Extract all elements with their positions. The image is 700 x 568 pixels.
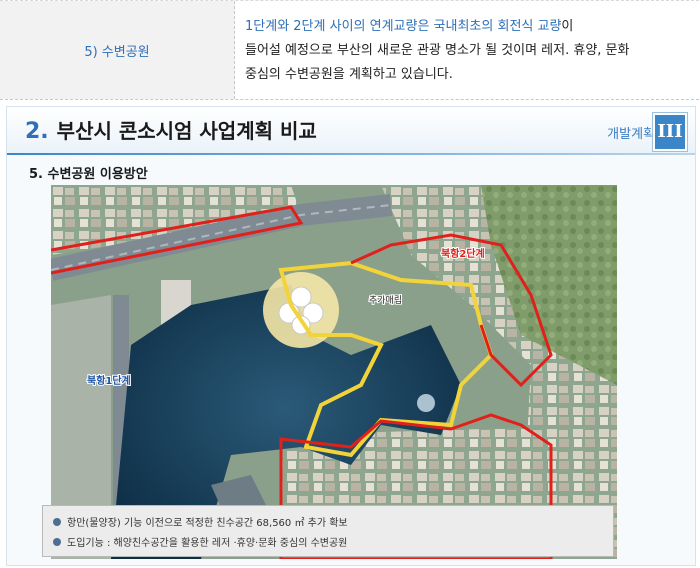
legend-item: 도입기능 : 해양친수공간을 활용한 레저 ·휴양·문화 중심의 수변공원 (53, 534, 347, 549)
label-reclamation: 추가매립 (369, 295, 402, 306)
legend-box: 항만(물양장) 기능 이전으로 적정한 친수공간 68,560 ㎡ 추가 확보 … (42, 505, 614, 557)
slide-title: 2. 부산시 콘소시엄 사업계획 비교 (25, 115, 317, 144)
bullet-icon (53, 537, 61, 546)
plan-slide: 2. 부산시 콘소시엄 사업계획 비교 개발계획 III 5. 수변공원 이용방안 (6, 106, 696, 566)
slide-number: 2. (25, 119, 49, 144)
row-description: 1단계와 2단계 사이의 연계교량은 국내최초의 회전식 교량이 들어설 예정으… (245, 15, 685, 87)
bullet-icon (53, 517, 61, 526)
description-tail: 이 (561, 19, 574, 34)
legend-item: 항만(물양장) 기능 이전으로 적정한 친수공간 68,560 ㎡ 추가 확보 (53, 514, 348, 529)
row-label-cell: 5) 수변공원 (0, 1, 235, 99)
slide-subtitle: 5. 수변공원 이용방안 (29, 167, 148, 182)
legend-text-2: 도입기능 : 해양친수공간을 활용한 레저 ·휴양·문화 중심의 수변공원 (67, 538, 348, 549)
label-phase1: 북항1단계 (87, 374, 131, 387)
slide-title-text: 부산시 콘소시엄 사업계획 비교 (56, 119, 317, 143)
legend-text-1: 항만(물양장) 기능 이전으로 적정한 친수공간 68,560 ㎡ 추가 확보 (67, 518, 348, 529)
feature-table-row: 5) 수변공원 1단계와 2단계 사이의 연계교량은 국내최초의 회전식 교량이… (0, 0, 699, 100)
label-phase2: 북항2단계 (441, 247, 485, 260)
aerial-map: 북항1단계 북항2단계 추가매립 (51, 185, 617, 559)
slide-header: 2. 부산시 콘소시엄 사업계획 비교 개발계획 III (7, 107, 695, 155)
section-roman-badge: III (653, 113, 687, 151)
description-line-3: 중심의 수변공원을 계획하고 있습니다. (245, 67, 453, 82)
description-line-2: 들어설 예정으로 부산의 새로운 관광 명소가 될 것이며 레저. 휴양, 문화 (245, 43, 630, 58)
header-divider (7, 153, 695, 155)
description-highlight: 1단계와 2단계 사이의 연계교량은 국내최초의 회전식 교량 (245, 19, 562, 34)
row-label: 5) 수변공원 (84, 44, 150, 60)
fountain (417, 394, 435, 412)
section-tag: 개발계획 (607, 127, 655, 142)
